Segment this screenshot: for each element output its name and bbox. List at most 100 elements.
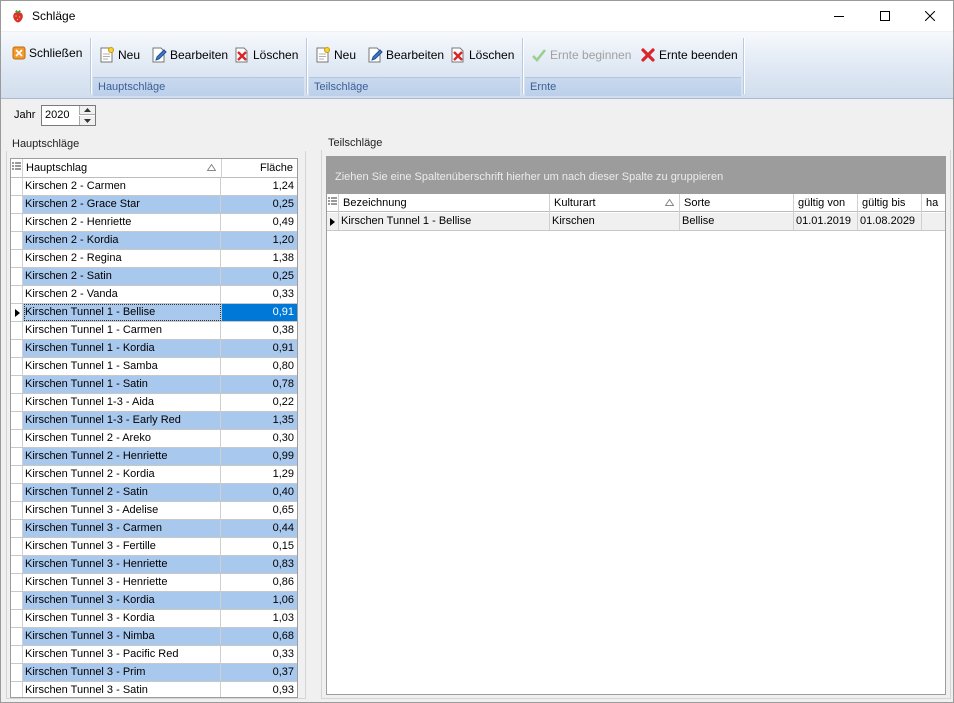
cell-hauptschlag[interactable]: Kirschen 2 - Vanda: [24, 286, 221, 303]
table-row[interactable]: Kirschen Tunnel 1-3 - Aida 0,22: [11, 394, 297, 412]
maximize-button[interactable]: [862, 1, 908, 31]
cell-flaeche[interactable]: 0,38: [222, 322, 297, 339]
table-row[interactable]: Kirschen 2 - Satin 0,25: [11, 268, 297, 286]
table-row[interactable]: Kirschen Tunnel 3 - Adelise 0,65: [11, 502, 297, 520]
table-row[interactable]: Kirschen Tunnel 3 - Nimba 0,68: [11, 628, 297, 646]
column-header-ha[interactable]: ha: [922, 194, 945, 213]
cell-hauptschlag[interactable]: Kirschen Tunnel 1 - Bellise: [24, 304, 221, 321]
cell-hauptschlag[interactable]: Kirschen Tunnel 3 - Prim: [24, 664, 221, 681]
cell-hauptschlag[interactable]: Kirschen Tunnel 3 - Pacific Red: [24, 646, 221, 663]
cell-hauptschlag[interactable]: Kirschen Tunnel 3 - Satin: [24, 682, 221, 697]
cell-hauptschlag[interactable]: Kirschen 2 - Kordia: [24, 232, 221, 249]
cell-flaeche[interactable]: 0,49: [222, 214, 297, 231]
cell-flaeche[interactable]: 0,25: [222, 196, 297, 213]
table-row[interactable]: Kirschen Tunnel 3 - Fertille 0,15: [11, 538, 297, 556]
ernte-beginnen-button[interactable]: Ernte beginnen: [529, 43, 633, 67]
table-row[interactable]: Kirschen 2 - Vanda 0,33: [11, 286, 297, 304]
cell-flaeche[interactable]: 0,22: [222, 394, 297, 411]
table-row[interactable]: Kirschen Tunnel 3 - Kordia 1,03: [11, 610, 297, 628]
cell-hauptschlag[interactable]: Kirschen Tunnel 3 - Nimba: [24, 628, 221, 645]
cell-flaeche[interactable]: 0,40: [222, 484, 297, 501]
cell-hauptschlag[interactable]: Kirschen Tunnel 1-3 - Aida: [24, 394, 221, 411]
cell-hauptschlag[interactable]: Kirschen Tunnel 2 - Satin: [24, 484, 221, 501]
table-row[interactable]: Kirschen 2 - Carmen 1,24: [11, 178, 297, 196]
jahr-spinner[interactable]: 2020: [41, 105, 96, 126]
cell-hauptschlag[interactable]: Kirschen 2 - Henriette: [24, 214, 221, 231]
cell-flaeche[interactable]: 0,93: [222, 682, 297, 697]
table-row[interactable]: Kirschen 2 - Regina 1,38: [11, 250, 297, 268]
teil-loeschen-button[interactable]: Löschen: [448, 43, 516, 67]
cell-flaeche[interactable]: 0,78: [222, 376, 297, 393]
haupt-neu-button[interactable]: Neu: [97, 43, 142, 67]
haupt-bearbeiten-button[interactable]: Bearbeiten: [149, 43, 230, 67]
table-row[interactable]: Kirschen Tunnel 1 - Bellise 0,91: [11, 304, 297, 322]
cell-hauptschlag[interactable]: Kirschen Tunnel 2 - Kordia: [24, 466, 221, 483]
teil-bearbeiten-button[interactable]: Bearbeiten: [365, 43, 446, 67]
cell-flaeche[interactable]: 0,44: [222, 520, 297, 537]
cell-flaeche[interactable]: 0,33: [222, 286, 297, 303]
cell-flaeche[interactable]: 1,24: [222, 178, 297, 195]
column-header-sorte[interactable]: Sorte: [680, 194, 794, 213]
table-row[interactable]: Kirschen Tunnel 2 - Satin 0,40: [11, 484, 297, 502]
table-row[interactable]: Kirschen Tunnel 1 - Satin 0,78: [11, 376, 297, 394]
column-chooser-button[interactable]: [11, 159, 23, 178]
table-row[interactable]: Kirschen 2 - Kordia 1,20: [11, 232, 297, 250]
cell-hauptschlag[interactable]: Kirschen Tunnel 3 - Fertille: [24, 538, 221, 555]
cell-hauptschlag[interactable]: Kirschen 2 - Regina: [24, 250, 221, 267]
cell-flaeche[interactable]: 0,68: [222, 628, 297, 645]
cell-flaeche[interactable]: 0,15: [222, 538, 297, 555]
table-row[interactable]: Kirschen Tunnel 1 - Bellise Kirschen Bel…: [327, 213, 945, 231]
cell-hauptschlag[interactable]: Kirschen Tunnel 2 - Areko: [24, 430, 221, 447]
teil-neu-button[interactable]: Neu: [313, 43, 358, 67]
table-row[interactable]: Kirschen Tunnel 1 - Samba 0,80: [11, 358, 297, 376]
jahr-up-button[interactable]: [79, 106, 95, 115]
cell-hauptschlag[interactable]: Kirschen Tunnel 1-3 - Early Red: [24, 412, 221, 429]
cell-flaeche[interactable]: 0,80: [222, 358, 297, 375]
table-row[interactable]: Kirschen 2 - Grace Star 0,25: [11, 196, 297, 214]
column-header-hauptschlag[interactable]: Hauptschlag: [24, 159, 222, 178]
cell-hauptschlag[interactable]: Kirschen Tunnel 3 - Adelise: [24, 502, 221, 519]
cell-hauptschlag[interactable]: Kirschen 2 - Satin: [24, 268, 221, 285]
minimize-button[interactable]: [816, 1, 862, 31]
cell-hauptschlag[interactable]: Kirschen Tunnel 3 - Kordia: [24, 592, 221, 609]
cell-hauptschlag[interactable]: Kirschen Tunnel 3 - Carmen: [24, 520, 221, 537]
jahr-down-button[interactable]: [79, 116, 95, 125]
column-header-gueltig-bis[interactable]: gültig bis: [858, 194, 922, 213]
cell-gueltig-von[interactable]: 01.01.2019: [794, 213, 858, 230]
cell-flaeche[interactable]: 1,38: [222, 250, 297, 267]
cell-sorte[interactable]: Bellise: [680, 213, 794, 230]
column-header-bezeichnung[interactable]: Bezeichnung: [339, 194, 550, 213]
cell-hauptschlag[interactable]: Kirschen 2 - Carmen: [24, 178, 221, 195]
cell-flaeche[interactable]: 0,25: [222, 268, 297, 285]
cell-hauptschlag[interactable]: Kirschen Tunnel 3 - Kordia: [24, 610, 221, 627]
table-row[interactable]: Kirschen Tunnel 3 - Kordia 1,06: [11, 592, 297, 610]
cell-hauptschlag[interactable]: Kirschen Tunnel 1 - Carmen: [24, 322, 221, 339]
cell-hauptschlag[interactable]: Kirschen 2 - Grace Star: [24, 196, 221, 213]
cell-hauptschlag[interactable]: Kirschen Tunnel 3 - Henriette: [24, 574, 221, 591]
column-chooser-button[interactable]: [327, 194, 339, 213]
cell-flaeche[interactable]: 0,30: [222, 430, 297, 447]
schliessen-button[interactable]: Schließen: [10, 41, 84, 65]
table-row[interactable]: Kirschen Tunnel 2 - Areko 0,30: [11, 430, 297, 448]
cell-flaeche[interactable]: 1,20: [222, 232, 297, 249]
cell-flaeche[interactable]: 1,03: [222, 610, 297, 627]
cell-flaeche[interactable]: 0,91: [222, 340, 297, 357]
cell-flaeche[interactable]: 0,37: [222, 664, 297, 681]
cell-hauptschlag[interactable]: Kirschen Tunnel 3 - Henriette: [24, 556, 221, 573]
cell-hauptschlag[interactable]: Kirschen Tunnel 1 - Satin: [24, 376, 221, 393]
cell-flaeche[interactable]: 1,35: [222, 412, 297, 429]
cell-flaeche[interactable]: 0,65: [222, 502, 297, 519]
cell-hauptschlag[interactable]: Kirschen Tunnel 1 - Kordia: [24, 340, 221, 357]
table-row[interactable]: Kirschen Tunnel 2 - Kordia 1,29: [11, 466, 297, 484]
table-row[interactable]: Kirschen Tunnel 1 - Kordia 0,91: [11, 340, 297, 358]
close-button[interactable]: [907, 1, 953, 31]
group-by-panel[interactable]: Ziehen Sie eine Spaltenüberschrift hierh…: [327, 157, 945, 194]
table-row[interactable]: Kirschen Tunnel 3 - Satin 0,93: [11, 682, 297, 697]
jahr-value[interactable]: 2020: [45, 109, 69, 121]
table-row[interactable]: Kirschen 2 - Henriette 0,49: [11, 214, 297, 232]
cell-flaeche[interactable]: 1,29: [222, 466, 297, 483]
table-row[interactable]: Kirschen Tunnel 2 - Henriette 0,99: [11, 448, 297, 466]
table-row[interactable]: Kirschen Tunnel 1 - Carmen 0,38: [11, 322, 297, 340]
cell-flaeche[interactable]: 1,06: [222, 592, 297, 609]
table-row[interactable]: Kirschen Tunnel 3 - Henriette 0,83: [11, 556, 297, 574]
